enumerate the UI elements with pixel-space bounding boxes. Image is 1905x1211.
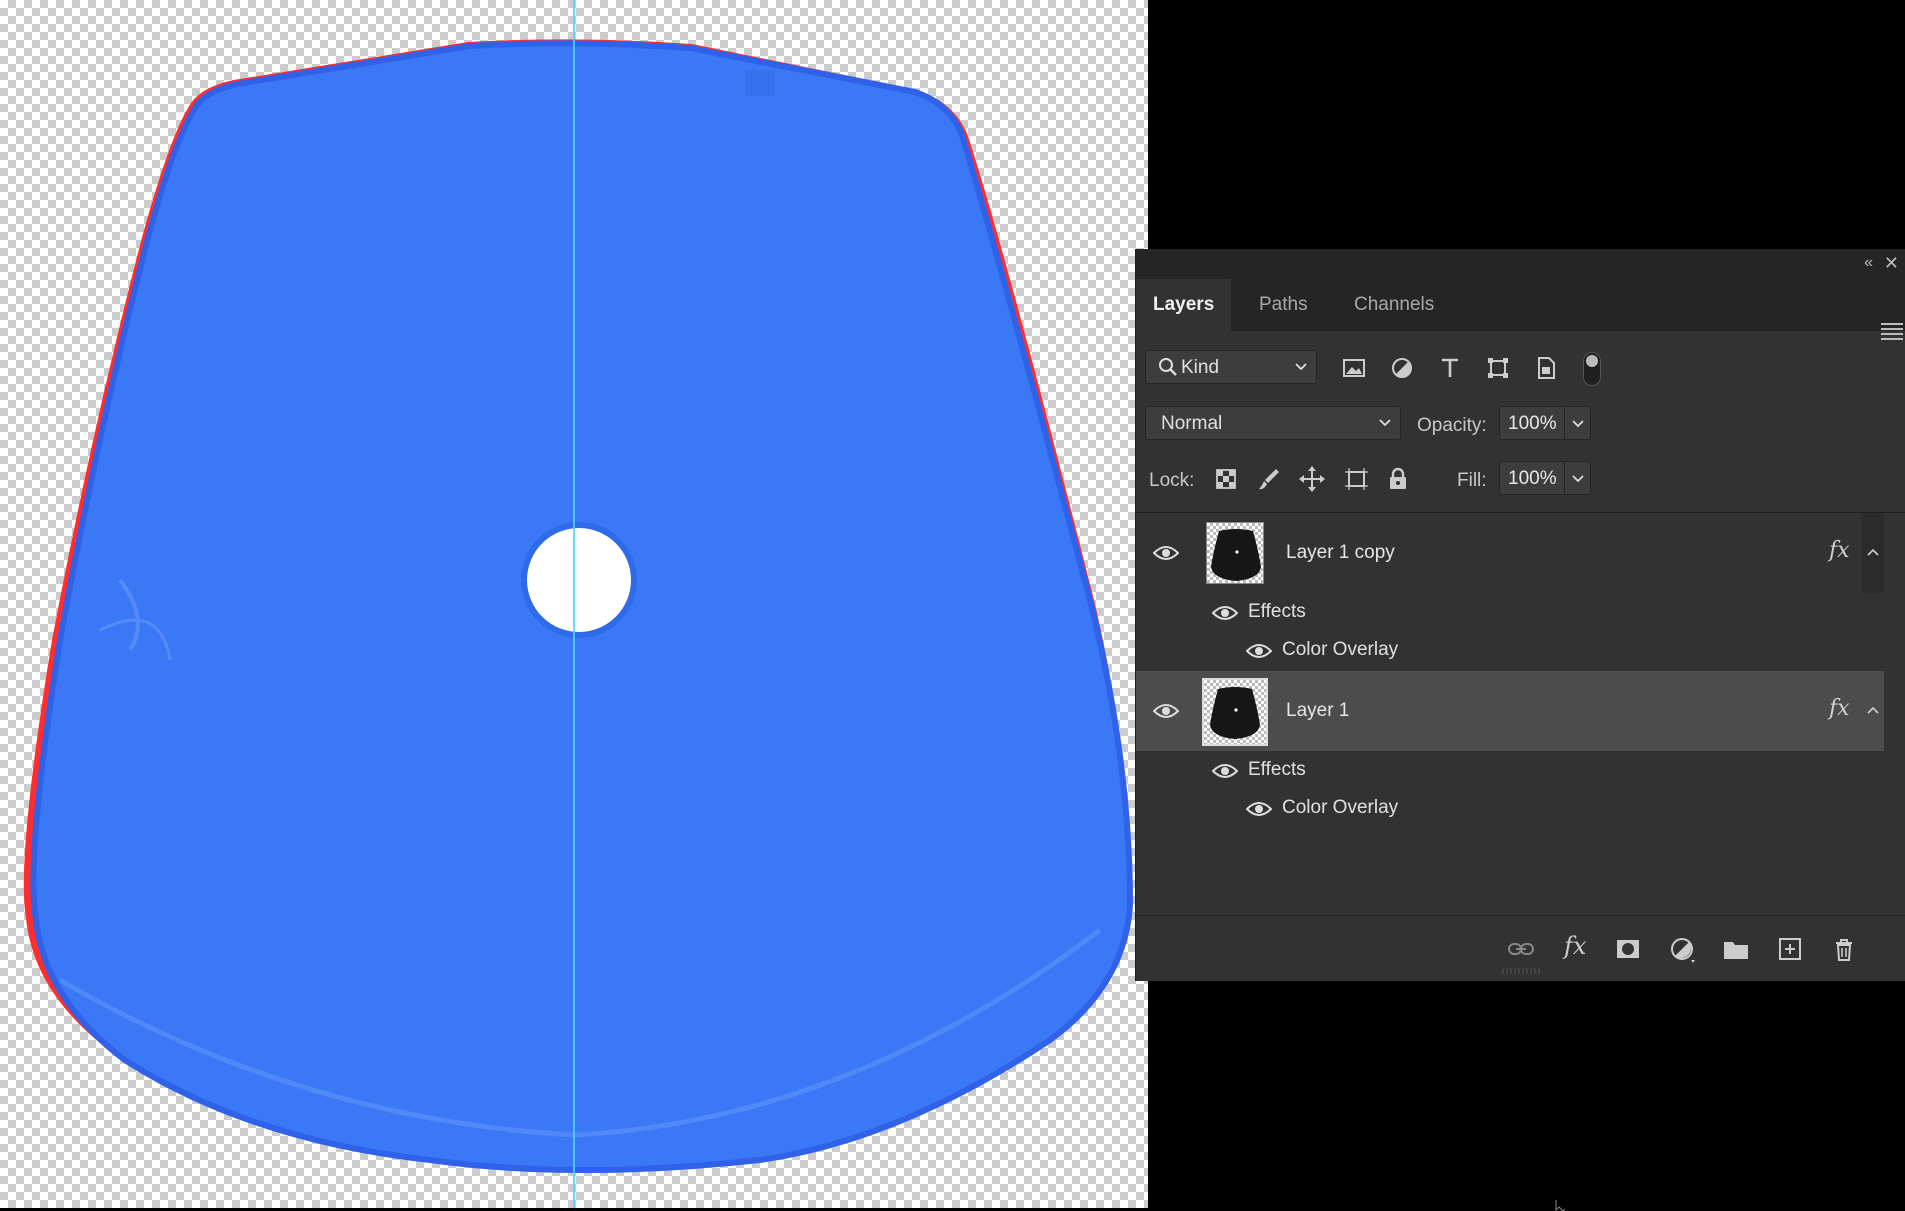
lock-all-icon[interactable]: [1383, 464, 1413, 494]
shape-filter-icon[interactable]: [1483, 353, 1513, 383]
blend-mode-select[interactable]: Normal: [1145, 406, 1401, 440]
search-icon: [1159, 358, 1177, 376]
new-adjustment-layer-icon[interactable]: [1667, 934, 1697, 964]
tab-channels[interactable]: Channels: [1337, 279, 1451, 331]
visibility-eye-icon[interactable]: [1153, 544, 1179, 562]
layer-effects-fx-icon[interactable]: fx: [1829, 696, 1850, 721]
add-mask-icon[interactable]: [1613, 934, 1643, 964]
vertical-guide-line[interactable]: [573, 0, 575, 1208]
chevron-down-icon: [1572, 475, 1584, 483]
chevron-down-icon: [1295, 363, 1307, 371]
effects-label: Effects: [1248, 759, 1306, 780]
effect-row-color-overlay[interactable]: Color Overlay: [1198, 631, 1884, 669]
effects-label: Effects: [1248, 601, 1306, 622]
panel-resize-grip[interactable]: [1501, 967, 1541, 975]
opacity-dropdown-button[interactable]: [1565, 406, 1591, 440]
effect-visibility-eye-icon[interactable]: [1246, 800, 1272, 818]
filter-kind-select[interactable]: Kind: [1145, 350, 1317, 384]
panel-tab-bar: Layers Paths Channels: [1136, 279, 1905, 340]
fill-label: Fill:: [1457, 470, 1487, 491]
link-layers-icon[interactable]: [1506, 934, 1536, 964]
layers-list[interactable]: Layer 1 copy fx Effects Color Overlay La…: [1136, 513, 1905, 915]
tab-paths[interactable]: Paths: [1242, 279, 1325, 331]
effects-row[interactable]: Effects: [1198, 751, 1884, 789]
lock-position-icon[interactable]: [1297, 464, 1327, 494]
chevron-down-icon: [1572, 420, 1584, 428]
fill-dropdown-button[interactable]: [1565, 461, 1591, 495]
effects-row[interactable]: Effects: [1198, 593, 1884, 631]
new-group-icon[interactable]: [1721, 934, 1751, 964]
type-filter-icon[interactable]: [1435, 353, 1465, 383]
lock-transparent-pixels-icon[interactable]: [1211, 464, 1241, 494]
document-canvas[interactable]: [0, 0, 1148, 1208]
smart-object-filter-icon[interactable]: [1531, 353, 1561, 383]
chevron-down-icon: [1379, 419, 1391, 427]
opacity-input[interactable]: 100%: [1499, 406, 1565, 440]
fill-input[interactable]: 100%: [1499, 461, 1565, 495]
tab-layers[interactable]: Layers: [1136, 279, 1232, 331]
collapse-panel-icon[interactable]: «: [1864, 254, 1873, 272]
filter-kind-label: Kind: [1181, 357, 1220, 378]
blend-mode-value: Normal: [1161, 413, 1223, 434]
layer-name[interactable]: Layer 1: [1286, 700, 1349, 722]
visibility-eye-icon[interactable]: [1153, 702, 1179, 720]
collapse-effects-caret-icon[interactable]: [1867, 548, 1879, 556]
layer-effects-fx-icon[interactable]: fx: [1829, 538, 1850, 563]
effect-visibility-eye-icon[interactable]: [1246, 642, 1272, 660]
opacity-label: Opacity:: [1417, 415, 1487, 436]
delete-layer-icon[interactable]: [1829, 934, 1859, 964]
adjustment-filter-icon[interactable]: [1387, 353, 1417, 383]
filter-toggle-switch[interactable]: [1583, 352, 1601, 386]
effects-visibility-eye-icon[interactable]: [1212, 604, 1238, 622]
lock-label: Lock:: [1149, 470, 1195, 491]
lock-artboard-icon[interactable]: [1341, 464, 1371, 494]
effect-name: Color Overlay: [1282, 639, 1399, 660]
layer-thumbnail[interactable]: [1206, 522, 1264, 584]
layer-row-layer-1[interactable]: Layer 1 fx: [1136, 671, 1884, 751]
mouse-cursor-icon: [1555, 1200, 1566, 1211]
image-filter-icon[interactable]: [1339, 353, 1369, 383]
layer-thumbnail-selected[interactable]: [1202, 678, 1268, 746]
layer-thumbnail-shape: [1210, 687, 1260, 739]
layer-row-layer-1-copy[interactable]: Layer 1 copy fx: [1136, 513, 1884, 593]
layers-panel: « ✕ Layers Paths Channels Kind Normal Op…: [1135, 249, 1905, 981]
layer-name[interactable]: Layer 1 copy: [1286, 542, 1395, 564]
close-panel-icon[interactable]: ✕: [1884, 253, 1899, 274]
effect-row-color-overlay[interactable]: Color Overlay: [1198, 789, 1884, 827]
effects-visibility-eye-icon[interactable]: [1212, 762, 1238, 780]
collapse-effects-caret-icon[interactable]: [1867, 706, 1879, 714]
panel-title-bar[interactable]: « ✕: [1136, 249, 1905, 279]
lock-image-pixels-icon[interactable]: [1254, 464, 1284, 494]
effect-name: Color Overlay: [1282, 797, 1399, 818]
add-layer-style-icon[interactable]: fx: [1564, 932, 1594, 962]
new-layer-icon[interactable]: [1775, 934, 1805, 964]
layer-thumbnail-shape: [1211, 529, 1261, 581]
panel-menu-icon[interactable]: [1881, 323, 1903, 343]
